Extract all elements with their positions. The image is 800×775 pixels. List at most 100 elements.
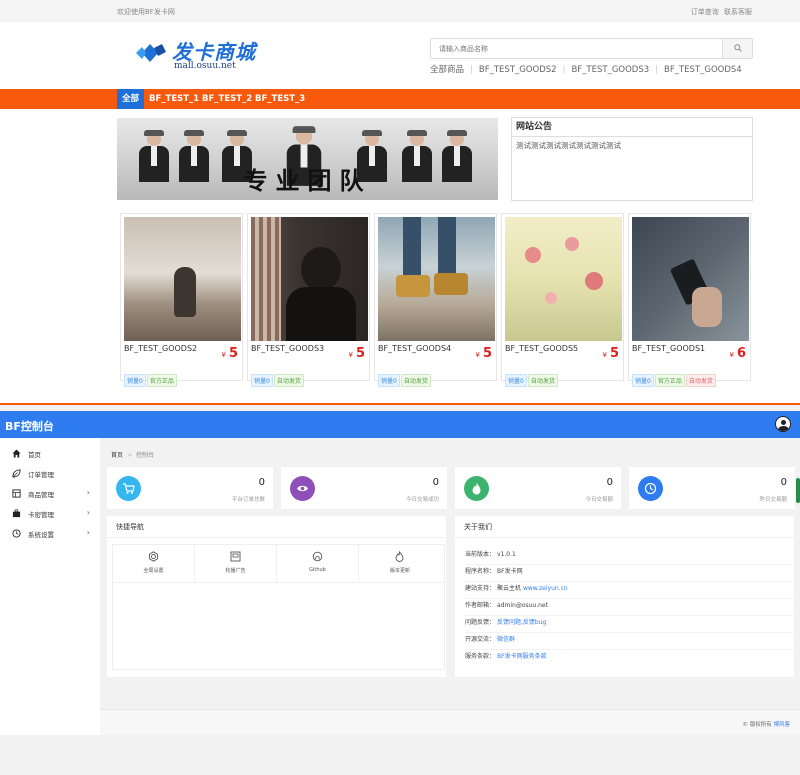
nav-item-all[interactable]: 全部 xyxy=(117,89,145,109)
eye-icon xyxy=(290,476,315,501)
nav-item-test1[interactable]: BF_TEST_1 xyxy=(144,89,204,109)
stat-label: 今日交易成功 xyxy=(405,497,439,503)
goods-image-phone[interactable] xyxy=(632,217,749,341)
flame-icon xyxy=(464,476,489,501)
top-links: 订单查询 联系客服 xyxy=(688,7,752,17)
terms-link[interactable]: BF发卡网服务条款 xyxy=(497,653,547,660)
goods-image-man[interactable] xyxy=(251,217,368,341)
quick-nav-version-update[interactable]: 版本更新 xyxy=(359,545,441,583)
feedback-link[interactable]: 反馈问题,反馈bug xyxy=(497,619,546,626)
sales-badge: 销量0 xyxy=(505,374,527,387)
nav-item-test3[interactable]: BF_TEST_3 xyxy=(250,89,310,109)
leaf-icon xyxy=(12,469,21,478)
quick-nav-title: 快捷导航 xyxy=(107,516,446,538)
goods-name: BF_TEST_GOODS5 xyxy=(505,344,579,353)
quick-nav-grid: 全局设置 轮播广告 Github 版本更新 xyxy=(112,544,445,670)
quicklink-all[interactable]: 全部商品 xyxy=(430,65,464,75)
auto-delivery-badge: 自动发货 xyxy=(527,374,558,387)
about-panel: 关于我们 当前版本： v1.0.1 程序名称： BF发卡网 建站支持： 聚云主机 ww… xyxy=(455,516,794,677)
stat-card-today-amount: 0 今日交易额 xyxy=(455,467,621,509)
goods-price: ¥5 xyxy=(602,346,619,361)
welcome-text: 欢迎使用BF发卡网 xyxy=(117,8,175,16)
goods-image-mountain[interactable] xyxy=(124,217,241,341)
goods-card[interactable]: BF_TEST_GOODS4 ¥5 销量0 自动发货 xyxy=(374,213,497,387)
top-bar: 欢迎使用BF发卡网 订单查询 联系客服 xyxy=(0,0,800,22)
banner-carousel[interactable]: 专业团队 xyxy=(117,118,498,200)
nav-item-test2[interactable]: BF_TEST_2 xyxy=(197,89,257,109)
stat-value: 0 xyxy=(780,477,787,488)
goods-price: ¥5 xyxy=(221,346,238,361)
stat-card-today-success: 0 今日交易成功 xyxy=(281,467,447,509)
goods-name: BF_TEST_GOODS1 xyxy=(632,344,706,353)
sidebar-item-cards[interactable]: 卡密管理 › xyxy=(0,504,100,524)
stat-label: 平台订单总数 xyxy=(231,497,265,503)
category-nav: 全部 BF_TEST_1 BF_TEST_2 BF_TEST_3 xyxy=(0,89,800,109)
stat-card-total-orders: 0 平台订单总数 xyxy=(107,467,273,509)
sales-badge: 销量0 xyxy=(632,374,654,387)
contact-service-link[interactable]: 联系客服 xyxy=(724,8,752,16)
about-row-email: 作者邮箱： admin@osuu.net xyxy=(465,600,794,616)
order-query-link[interactable]: 订单查询 xyxy=(691,8,719,16)
admin-header: BF控制台 xyxy=(0,411,800,438)
footer-link[interactable]: 博风客 xyxy=(773,722,790,728)
chevron-right-icon: › xyxy=(86,488,90,497)
banner-caption: 专业团队 xyxy=(243,167,372,195)
sales-badge: 销量0 xyxy=(378,374,400,387)
hosting-link[interactable]: www.zeiyun.cn xyxy=(523,585,568,592)
goods-image-boots[interactable] xyxy=(378,217,495,341)
goods-card[interactable]: BF_TEST_GOODS3 ¥5 销量0 自动发货 xyxy=(247,213,370,387)
search-button[interactable] xyxy=(722,39,752,58)
quick-nav-carousel-ads[interactable]: 轮播广告 xyxy=(195,545,277,583)
quicklink-goods2[interactable]: BF_TEST_GOODS2 xyxy=(479,65,557,75)
goods-image-flowers[interactable] xyxy=(505,217,622,341)
about-row-program: 程序名称： BF发卡网 xyxy=(465,566,794,582)
auto-delivery-badge: 自动发货 xyxy=(400,374,431,387)
chevron-right-icon: › xyxy=(86,508,90,517)
quicklink-goods4[interactable]: BF_TEST_GOODS4 xyxy=(664,65,742,75)
admin-sidebar: 首页 订单管理 商品管理 › 卡密管理 › 系统设置 › xyxy=(0,438,100,735)
official-badge: 官方正品 xyxy=(146,374,177,387)
auto-delivery-badge: 自动发货 xyxy=(273,374,304,387)
goods-card[interactable]: BF_TEST_GOODS2 ¥5 销量0 官方正品 xyxy=(120,213,243,387)
quick-nav-panel: 快捷导航 全局设置 轮播广告 Github 版本更新 xyxy=(107,516,446,677)
notice-title: 网站公告 xyxy=(512,118,752,137)
sidebar-item-goods[interactable]: 商品管理 › xyxy=(0,484,100,504)
goods-card[interactable]: BF_TEST_GOODS5 ¥5 销量0 自动发货 xyxy=(501,213,624,387)
quicklink-goods3[interactable]: BF_TEST_GOODS3 xyxy=(571,65,649,75)
stat-value: 0 xyxy=(606,477,613,488)
goods-name: BF_TEST_GOODS3 xyxy=(251,344,325,353)
grid-icon xyxy=(12,489,21,498)
about-row-community: 开源交流： 微信群 xyxy=(465,634,794,650)
sidebar-item-home[interactable]: 首页 xyxy=(0,444,100,464)
admin-footer: © 版权所有 博风客 xyxy=(100,709,800,735)
stat-label: 昨日交易额 xyxy=(759,497,787,503)
fire-icon xyxy=(395,551,404,562)
goods-card[interactable]: BF_TEST_GOODS1 ¥6 销量0 官方正品 自动发货 xyxy=(628,213,751,387)
stat-value: 0 xyxy=(258,477,265,488)
about-row-version: 当前版本： v1.0.1 xyxy=(465,549,794,565)
sidebar-item-orders[interactable]: 订单管理 xyxy=(0,464,100,484)
clock-icon xyxy=(638,476,663,501)
store-header: 发卡商城 mall.osuu.net 全部商品|BF_TEST_GOODS2|B… xyxy=(0,22,800,88)
quick-nav-github[interactable]: Github xyxy=(277,545,359,583)
site-notice: 网站公告 测试测试测试测试测试测试测试 xyxy=(511,117,753,201)
stat-value: 0 xyxy=(432,477,439,488)
user-avatar-icon[interactable] xyxy=(775,416,791,432)
github-icon xyxy=(312,551,323,562)
goods-price: ¥5 xyxy=(348,346,365,361)
breadcrumb-current: 控制台 xyxy=(136,452,155,459)
search-input[interactable] xyxy=(431,39,723,58)
scrollbar-thumb[interactable] xyxy=(796,478,800,503)
wechat-group-link[interactable]: 微信群 xyxy=(497,636,515,643)
goods-price: ¥6 xyxy=(729,346,746,361)
quick-nav-global-settings[interactable]: 全局设置 xyxy=(113,545,195,583)
store-page: 欢迎使用BF发卡网 订单查询 联系客服 发卡商城 mall.osuu.net 请… xyxy=(0,0,800,404)
breadcrumb-home[interactable]: 首页 xyxy=(111,452,123,459)
store-logo[interactable]: 发卡商城 mall.osuu.net xyxy=(134,36,264,74)
stat-card-yesterday-amount: 0 昨日交易额 xyxy=(629,467,795,509)
sales-badge: 销量0 xyxy=(251,374,273,387)
goods-name: BF_TEST_GOODS4 xyxy=(378,344,452,353)
search-box xyxy=(430,38,753,59)
search-icon xyxy=(734,44,742,52)
sidebar-item-settings[interactable]: 系统设置 › xyxy=(0,524,100,544)
